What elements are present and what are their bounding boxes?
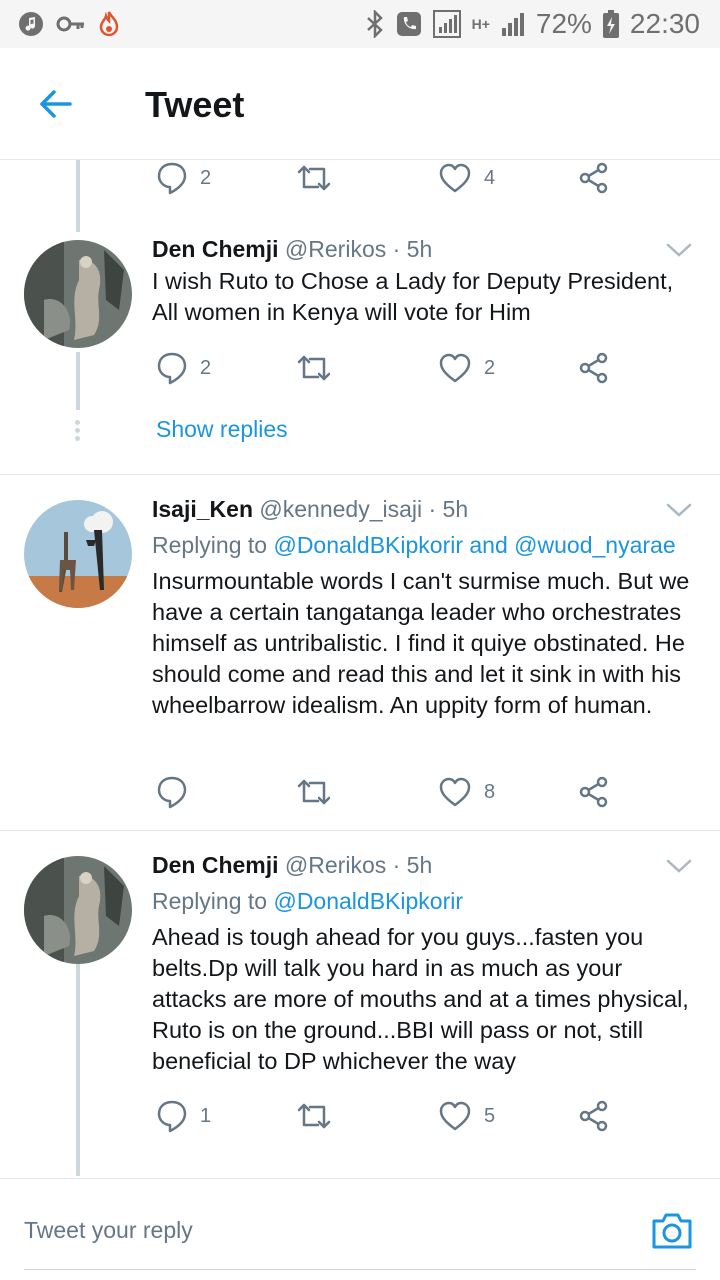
status-right-icons: H+ 72% 22:30 bbox=[364, 8, 700, 40]
author-handle[interactable]: @kennedy_isaji bbox=[259, 496, 422, 522]
share-icon bbox=[579, 776, 608, 808]
share-button[interactable] bbox=[578, 158, 610, 198]
like-count: 8 bbox=[484, 780, 496, 803]
replying-to: Replying to @DonaldBKipkorir and @wuod_n… bbox=[152, 532, 676, 559]
reply-count: 2 bbox=[200, 356, 212, 379]
thread-dots bbox=[75, 420, 81, 441]
thread-line bbox=[76, 936, 80, 1176]
retweet-icon bbox=[297, 1103, 331, 1129]
reply-count: 1 bbox=[200, 1104, 212, 1127]
retweet-button[interactable] bbox=[296, 348, 344, 388]
tweet-header: Isaji_Ken @kennedy_isaji · 5h bbox=[152, 496, 468, 523]
share-button[interactable] bbox=[578, 348, 610, 388]
clock-time: 22:30 bbox=[629, 8, 700, 39]
status-bar: H+ 72% 22:30 bbox=[0, 0, 720, 48]
thread-line bbox=[76, 160, 80, 232]
author-handle[interactable]: @Rerikos bbox=[285, 236, 386, 262]
heart-icon bbox=[439, 1101, 471, 1131]
battery-charging-icon bbox=[602, 10, 619, 38]
share-icon bbox=[579, 352, 608, 384]
flame-icon bbox=[99, 11, 119, 37]
retweet-button[interactable] bbox=[296, 1096, 344, 1136]
like-button[interactable]: 4 bbox=[438, 158, 495, 198]
like-button[interactable]: 5 bbox=[438, 1096, 495, 1136]
share-button[interactable] bbox=[578, 772, 610, 812]
key-icon bbox=[56, 16, 84, 32]
retweet-icon bbox=[297, 779, 331, 805]
author-name[interactable]: Den Chemji bbox=[152, 236, 279, 262]
reply-icon bbox=[157, 1100, 187, 1133]
back-arrow-icon[interactable] bbox=[36, 84, 76, 124]
reply-icon bbox=[157, 352, 187, 385]
heart-icon bbox=[439, 777, 471, 807]
reply-input[interactable]: Tweet your reply bbox=[24, 1217, 193, 1244]
like-button[interactable]: 2 bbox=[438, 348, 495, 388]
avatar[interactable] bbox=[24, 500, 132, 608]
reply-bar: Tweet your reply bbox=[0, 1178, 720, 1280]
thread-line bbox=[76, 352, 80, 410]
heart-icon bbox=[439, 353, 471, 383]
author-handle[interactable]: @Rerikos bbox=[285, 852, 386, 878]
tweet-actions: 8 bbox=[152, 772, 632, 812]
like-count: 5 bbox=[484, 1104, 496, 1127]
replying-to-users[interactable]: @DonaldBKipkorir bbox=[273, 888, 463, 914]
page-title: Tweet bbox=[145, 84, 245, 125]
tweet-time: · 5h bbox=[392, 236, 433, 262]
reply-count: 2 bbox=[200, 166, 212, 189]
share-icon bbox=[579, 1100, 608, 1132]
reply-button[interactable] bbox=[156, 772, 200, 812]
author-name[interactable]: Den Chemji bbox=[152, 852, 279, 878]
retweet-icon bbox=[297, 165, 331, 191]
replying-to: Replying to @DonaldBKipkorir bbox=[152, 888, 463, 915]
retweet-button[interactable] bbox=[296, 772, 344, 812]
divider bbox=[0, 830, 720, 831]
chevron-down-icon[interactable] bbox=[665, 240, 693, 260]
status-left-icons bbox=[18, 10, 120, 38]
reply-button[interactable]: 1 bbox=[156, 1096, 211, 1136]
heart-icon bbox=[439, 163, 471, 193]
replying-to-users[interactable]: @DonaldBKipkorir and @wuod_nyarae bbox=[273, 532, 675, 558]
signal-bars-icon bbox=[501, 13, 524, 36]
tweet-actions: 1 5 bbox=[152, 1096, 632, 1136]
tweet-text: Insurmountable words I can't surmise muc… bbox=[152, 568, 690, 718]
app-bar: Tweet bbox=[0, 48, 720, 160]
avatar[interactable] bbox=[24, 240, 132, 348]
like-count: 4 bbox=[484, 166, 496, 189]
tweet-time: · 5h bbox=[392, 852, 433, 878]
tweet-actions: 2 4 bbox=[152, 158, 632, 198]
retweet-icon bbox=[297, 355, 331, 381]
battery-percent: 72% bbox=[535, 8, 592, 39]
show-replies-link[interactable]: Show replies bbox=[156, 416, 288, 443]
like-button[interactable]: 8 bbox=[438, 772, 495, 812]
share-icon bbox=[579, 162, 608, 194]
replying-to-label: Replying to bbox=[152, 888, 268, 914]
network-type-label: H+ bbox=[471, 16, 490, 32]
signal-icon bbox=[432, 10, 461, 38]
tweet-actions: 2 2 bbox=[152, 348, 632, 388]
reply-icon bbox=[157, 162, 187, 195]
call-icon bbox=[396, 12, 421, 36]
chevron-down-icon[interactable] bbox=[665, 500, 693, 520]
music-note-icon bbox=[19, 12, 43, 36]
reply-input-underline bbox=[24, 1269, 696, 1270]
bluetooth-icon bbox=[366, 10, 383, 38]
reply-button[interactable]: 2 bbox=[156, 158, 211, 198]
replying-to-label: Replying to bbox=[152, 532, 268, 558]
author-name[interactable]: Isaji_Ken bbox=[152, 496, 253, 522]
tweet-header: Den Chemji @Rerikos · 5h bbox=[152, 852, 432, 879]
divider bbox=[0, 474, 720, 475]
camera-icon[interactable] bbox=[650, 1211, 694, 1251]
like-count: 2 bbox=[484, 356, 496, 379]
chevron-down-icon[interactable] bbox=[665, 856, 693, 876]
tweet-time: · 5h bbox=[428, 496, 469, 522]
tweet-text: Ahead is tough ahead for you guys...fast… bbox=[152, 924, 689, 1074]
avatar[interactable] bbox=[24, 856, 132, 964]
tweet-text: I wish Ruto to Chose a Lady for Deputy P… bbox=[152, 268, 674, 325]
retweet-button[interactable] bbox=[296, 158, 344, 198]
tweet-header: Den Chemji @Rerikos · 5h bbox=[152, 236, 432, 263]
share-button[interactable] bbox=[578, 1096, 610, 1136]
reply-button[interactable]: 2 bbox=[156, 348, 211, 388]
reply-icon bbox=[157, 776, 187, 809]
